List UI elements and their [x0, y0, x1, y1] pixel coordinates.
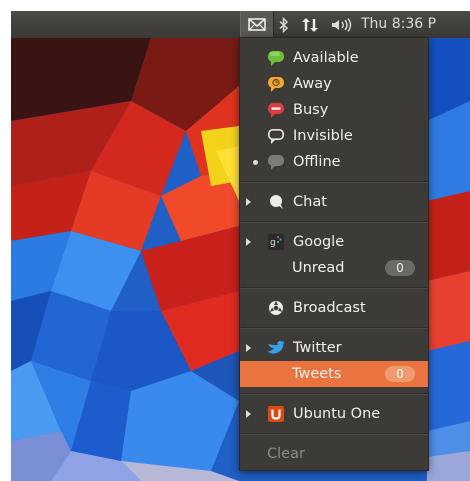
submenu-arrow-icon [246, 344, 251, 352]
ubuntu-one-icon [268, 406, 284, 422]
invisible-icon [267, 128, 284, 144]
status-away[interactable]: Away [240, 71, 428, 97]
status-label: Invisible [293, 128, 353, 144]
bluetooth-indicator[interactable] [275, 11, 293, 38]
menu-separator [241, 221, 427, 223]
sound-indicator[interactable] [328, 11, 356, 38]
network-arrows-icon [302, 17, 318, 32]
twitter-label: Twitter [293, 340, 342, 356]
selected-radio-dot [253, 160, 258, 165]
google-item[interactable]: g Google [240, 229, 428, 255]
clock[interactable]: Thu 8:36 P [361, 11, 436, 38]
status-label: Offline [293, 154, 341, 170]
status-busy[interactable]: Busy [240, 97, 428, 123]
tweets-count-badge: 0 [385, 366, 415, 382]
top-panel: Thu 8:36 P [11, 11, 470, 38]
ubuntu-one-label: Ubuntu One [293, 406, 381, 422]
status-invisible[interactable]: Invisible [240, 123, 428, 149]
tweets-label: Tweets [292, 366, 342, 382]
menu-separator [241, 393, 427, 395]
network-indicator[interactable] [298, 11, 322, 38]
menu-separator [241, 433, 427, 435]
bluetooth-icon [279, 16, 289, 33]
chat-label: Chat [293, 194, 327, 210]
envelope-icon [248, 18, 266, 31]
twitter-tweets-item[interactable]: Tweets 0 [240, 361, 428, 387]
messaging-indicator[interactable] [240, 11, 274, 38]
submenu-arrow-icon [246, 410, 251, 418]
status-label: Busy [293, 102, 329, 118]
offline-icon [268, 155, 284, 170]
messaging-menu: Available Away Busy Invisible Offline Ch… [239, 37, 429, 471]
status-label: Away [293, 76, 332, 92]
svg-text:g: g [270, 238, 276, 248]
submenu-arrow-icon [246, 198, 251, 206]
clear-item: Clear [240, 441, 428, 467]
submenu-arrow-icon [246, 238, 251, 246]
broadcast-label: Broadcast [293, 300, 366, 316]
speaker-icon [332, 17, 352, 32]
broadcast-item[interactable]: Broadcast [240, 295, 428, 321]
google-talk-icon: g [268, 234, 284, 250]
twitter-bird-icon [267, 340, 285, 354]
status-offline[interactable]: Offline [240, 149, 428, 175]
status-label: Available [293, 50, 359, 66]
desktop: Thu 8:36 P Available Away Busy Invisible… [11, 11, 470, 481]
chat-item[interactable]: Chat [240, 189, 428, 215]
clear-label: Clear [267, 446, 305, 462]
google-unread-item[interactable]: Unread 0 [240, 255, 428, 281]
unread-count-badge: 0 [385, 260, 415, 276]
menu-separator [241, 327, 427, 329]
unread-label: Unread [292, 260, 345, 276]
chat-icon [270, 195, 283, 209]
google-label: Google [293, 234, 345, 250]
ubuntu-one-item[interactable]: Ubuntu One [240, 401, 428, 427]
menu-separator [241, 287, 427, 289]
menu-separator [241, 181, 427, 183]
twitter-item[interactable]: Twitter [240, 335, 428, 361]
status-available[interactable]: Available [240, 45, 428, 71]
available-icon [268, 51, 284, 66]
away-icon [268, 77, 284, 92]
broadcast-icon [269, 301, 283, 315]
busy-icon [268, 103, 284, 118]
